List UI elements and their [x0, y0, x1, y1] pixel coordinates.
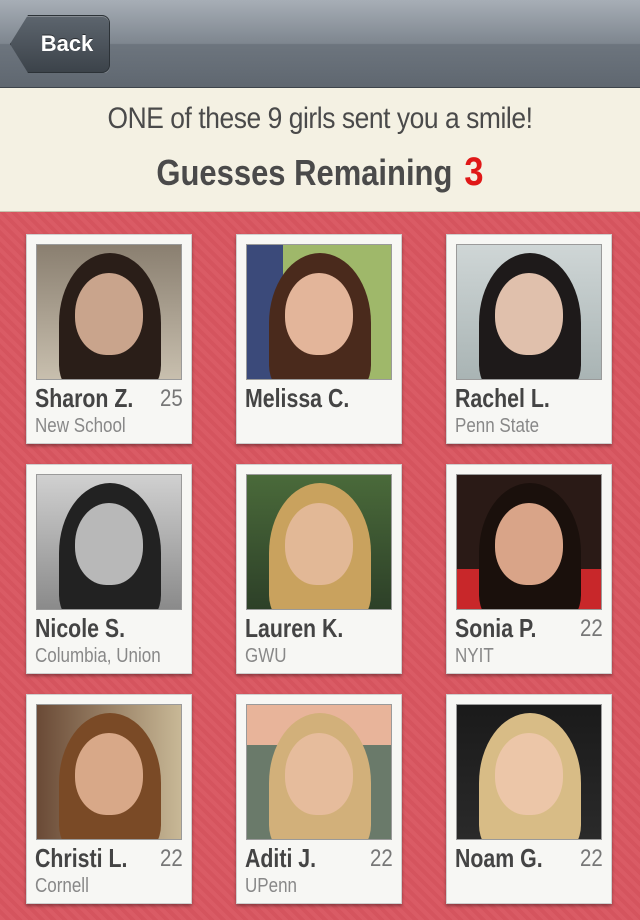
profile-card[interactable]: Sharon Z. 25 New School: [26, 234, 192, 444]
profile-photo: [456, 474, 602, 610]
profile-card[interactable]: Melissa C.: [236, 234, 402, 444]
profile-card[interactable]: Sonia P. 22 NYIT: [446, 464, 612, 674]
profile-school: Penn State: [455, 415, 540, 437]
guesses-remaining: Guesses Remaining 3: [45, 150, 595, 195]
smile-message: ONE of these 9 girls sent you a smile!: [107, 102, 533, 135]
profile-photo: [246, 474, 392, 610]
profile-name: Rachel L.: [455, 383, 550, 413]
profile-grid: Sharon Z. 25 New School Melissa C. Rache…: [0, 212, 640, 920]
profile-name: Aditi J.: [245, 843, 317, 873]
profile-school: Columbia, Union: [35, 645, 161, 667]
profile-age: 22: [370, 845, 393, 872]
profile-name: Sonia P.: [455, 613, 537, 643]
guesses-count: 3: [464, 150, 484, 194]
profile-school: UPenn: [245, 875, 297, 897]
profile-photo: [36, 244, 182, 380]
profile-photo: [36, 704, 182, 840]
profile-school: NYIT: [455, 645, 494, 667]
profile-age: 22: [580, 845, 603, 872]
profile-card[interactable]: Aditi J. 22 UPenn: [236, 694, 402, 904]
profile-name: Nicole S.: [35, 613, 126, 643]
profile-name: Lauren K.: [245, 613, 344, 643]
profile-photo: [246, 244, 392, 380]
profile-name: Noam G.: [455, 843, 543, 873]
profile-card[interactable]: Lauren K. GWU: [236, 464, 402, 674]
profile-card[interactable]: Noam G. 22: [446, 694, 612, 904]
guesses-label: Guesses Remaining: [156, 152, 453, 193]
header-banner: ONE of these 9 girls sent you a smile! G…: [0, 88, 640, 212]
profile-school: Cornell: [35, 875, 89, 897]
profile-name: Christi L.: [35, 843, 128, 873]
navigation-bar: Back: [0, 0, 640, 88]
back-button[interactable]: Back: [10, 15, 110, 73]
profile-card[interactable]: Rachel L. Penn State: [446, 234, 612, 444]
profile-name: Sharon Z.: [35, 383, 134, 413]
profile-age: 22: [580, 615, 603, 642]
profile-age: 25: [160, 385, 183, 412]
profile-card[interactable]: Christi L. 22 Cornell: [26, 694, 192, 904]
profile-age: 22: [160, 845, 183, 872]
profile-photo: [456, 704, 602, 840]
profile-school: GWU: [245, 645, 287, 667]
profile-card[interactable]: Nicole S. Columbia, Union: [26, 464, 192, 674]
profile-photo: [36, 474, 182, 610]
profile-photo: [456, 244, 602, 380]
profile-name: Melissa C.: [245, 383, 350, 413]
profile-school: New School: [35, 415, 126, 437]
profile-photo: [246, 704, 392, 840]
